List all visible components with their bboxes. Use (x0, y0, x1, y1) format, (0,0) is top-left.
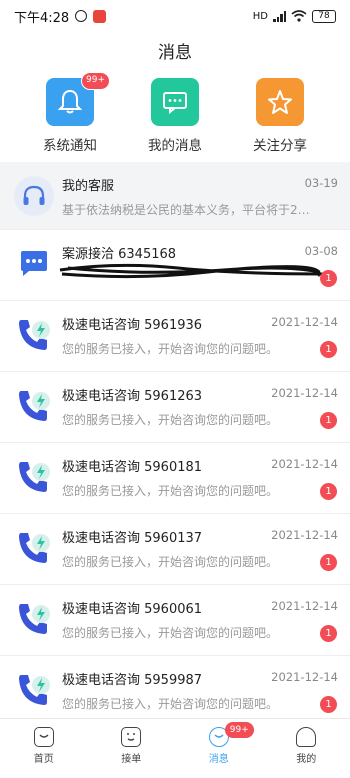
avatar (14, 315, 54, 355)
app-notification-icon (93, 9, 107, 23)
my-messages-tile[interactable] (151, 78, 199, 126)
home-icon (33, 727, 54, 747)
chat-icon (163, 92, 187, 114)
avatar (14, 457, 54, 497)
page-title: 消息 (158, 43, 192, 63)
profile-icon (296, 727, 317, 747)
message-preview: 您的服务已接入，开始咨询您的问题吧。 (62, 626, 279, 640)
message-title: 我的客服 (62, 179, 115, 194)
message-title: 极速电话咨询 5960137 (62, 531, 203, 546)
wifi-icon (291, 10, 307, 22)
redaction-scribble (59, 263, 324, 279)
message-date: 2021-12-14 (271, 386, 338, 400)
message-date: 03-19 (304, 176, 338, 190)
unread-badge: 1 (320, 341, 337, 358)
battery-icon: 78 (312, 9, 336, 23)
unread-badge: 1 (320, 696, 337, 713)
list-item[interactable]: 我的客服 03-19 基于依法纳税是公民的基本义务，平台将于2022年... (0, 162, 350, 230)
nav-label: 我的 (296, 754, 317, 765)
shortcut-label: 我的消息 (148, 138, 202, 154)
message-preview: 基于依法纳税是公民的基本义务，平台将于2022年... (62, 203, 310, 217)
network-type: HD (252, 10, 268, 22)
avatar (14, 244, 54, 284)
list-item[interactable]: 极速电话咨询 5960181 2021-12-14 您的服务已接入，开始咨询您的… (0, 443, 350, 514)
shortcut-label: 关注分享 (253, 138, 307, 154)
message-preview: 您的服务已接入，开始咨询您的问题吧。 (62, 697, 279, 711)
phone-icon (19, 320, 50, 350)
message-title: 极速电话咨询 5960061 (62, 602, 203, 617)
message-date: 03-08 (304, 244, 338, 258)
message-preview: 您的服务已接入，开始咨询您的问题吧。 (62, 413, 279, 427)
message-title: 极速电话咨询 5959987 (62, 673, 203, 688)
message-preview: 您的服务已接入，开始咨询您的问题吧。 (62, 484, 279, 498)
list-item[interactable]: 极速电话咨询 5961263 2021-12-14 您的服务已接入，开始咨询您的… (0, 372, 350, 443)
chat-bubble-icon (21, 251, 47, 276)
nav-label: 消息 (208, 754, 229, 765)
order-icon (121, 727, 142, 747)
list-item[interactable]: 极速电话咨询 5960061 2021-12-14 您的服务已接入，开始咨询您的… (0, 585, 350, 656)
phone-icon (19, 462, 50, 492)
bottom-nav: 首页 接单 99+ 消息 我的 (0, 718, 350, 778)
nav-label: 接单 (121, 754, 142, 765)
follow-share-tile[interactable] (256, 78, 304, 126)
nav-label: 首页 (33, 754, 54, 765)
avatar (14, 386, 54, 426)
avatar (14, 176, 54, 216)
message-preview: 您的服务已接入，开始咨询您的问题吧。 (62, 342, 279, 356)
phone-icon (19, 533, 50, 563)
status-bar: 下午4:28 HD 78 (0, 0, 350, 32)
nav-item-orders[interactable]: 接单 (88, 719, 176, 778)
shortcut-my-messages[interactable]: 我的消息 (125, 78, 225, 154)
list-item[interactable]: 极速电话咨询 5960137 2021-12-14 您的服务已接入，开始咨询您的… (0, 514, 350, 585)
list-item[interactable]: 案源接洽 6345168 03-08 1 (0, 230, 350, 301)
message-date: 2021-12-14 (271, 315, 338, 329)
messages-nav-badge: 99+ (224, 722, 254, 738)
headset-icon (23, 185, 45, 205)
avatar (14, 670, 54, 710)
unread-badge: 1 (320, 554, 337, 571)
avatar (14, 528, 54, 568)
unread-badge: 1 (320, 270, 337, 287)
shortcut-system-notifications[interactable]: 99+ 系统通知 (20, 72, 120, 154)
nav-item-profile[interactable]: 我的 (263, 719, 350, 778)
shortcut-label: 系统通知 (43, 138, 97, 154)
message-title: 极速电话咨询 5961263 (62, 389, 203, 404)
nav-item-messages[interactable]: 99+ 消息 (175, 719, 263, 778)
unread-badge: 1 (320, 625, 337, 642)
shortcut-row: 99+ 系统通知 我的消息 关注分享 (0, 72, 350, 158)
nav-item-home[interactable]: 首页 (0, 719, 88, 778)
message-title: 极速电话咨询 5960181 (62, 460, 203, 475)
shortcut-follow-share[interactable]: 关注分享 (230, 78, 330, 154)
list-item[interactable]: 极速电话咨询 5961936 2021-12-14 您的服务已接入，开始咨询您的… (0, 301, 350, 372)
phone-icon (19, 604, 50, 634)
status-time: 下午4:28 (14, 10, 70, 26)
avatar (14, 599, 54, 639)
phone-icon (19, 391, 50, 421)
message-title: 极速电话咨询 5961936 (62, 318, 203, 333)
message-date: 2021-12-14 (271, 528, 338, 542)
signal-icon (273, 10, 286, 22)
phone-icon (19, 675, 50, 705)
list-item[interactable]: 极速电话咨询 5959987 2021-12-14 您的服务已接入，开始咨询您的… (0, 656, 350, 727)
unread-badge: 1 (320, 412, 337, 429)
system-notifications-badge: 99+ (81, 72, 110, 90)
star-icon (268, 90, 292, 114)
message-date: 2021-12-14 (271, 599, 338, 613)
message-date: 2021-12-14 (271, 457, 338, 471)
message-list: 我的客服 03-19 基于依法纳税是公民的基本义务，平台将于2022年... 案… (0, 162, 350, 727)
message-preview: 您的服务已接入，开始咨询您的问题吧。 (62, 555, 279, 569)
message-date: 2021-12-14 (271, 670, 338, 684)
unread-badge: 1 (320, 483, 337, 500)
bell-icon (58, 89, 82, 114)
system-notifications-tile[interactable]: 99+ (46, 72, 110, 126)
alarm-icon (75, 10, 88, 22)
